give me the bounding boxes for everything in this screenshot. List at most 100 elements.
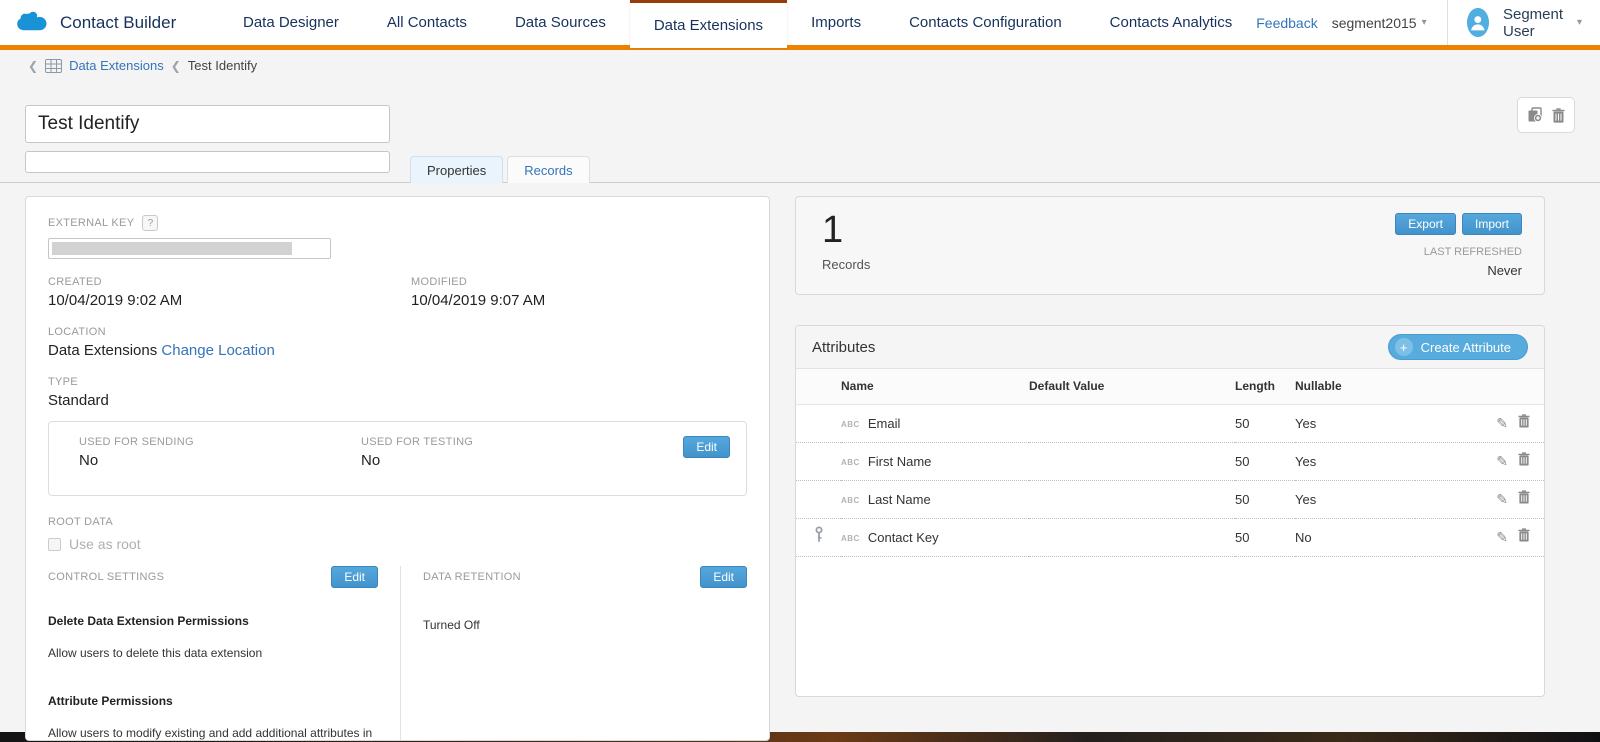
user-name: Segment User xyxy=(1503,6,1572,40)
breadcrumb: ❮ Data Extensions ❮ Test Identify xyxy=(28,58,257,73)
app-title: Contact Builder xyxy=(60,13,176,33)
attribute-permissions-title: Attribute Permissions xyxy=(48,694,378,708)
attribute-default-value xyxy=(1029,442,1235,480)
create-attribute-label: Create Attribute xyxy=(1421,340,1511,355)
attribute-nullable: Yes xyxy=(1295,442,1415,480)
account-menu[interactable]: segment2015 ▾ xyxy=(1332,15,1427,31)
attribute-default-value xyxy=(1029,480,1235,518)
tab-properties[interactable]: Properties xyxy=(410,156,503,183)
records-summary-panel: 1 Records Export Import LAST REFRESHED N… xyxy=(795,196,1545,295)
column-header-default-value: Default Value xyxy=(1029,369,1235,404)
attribute-name: Email xyxy=(868,416,901,431)
nav-tab[interactable]: Data Designer xyxy=(219,0,363,48)
location-value: Data Extensions xyxy=(48,342,157,359)
feedback-link[interactable]: Feedback xyxy=(1256,15,1317,31)
nav-divider xyxy=(1447,0,1448,45)
nav-tab[interactable]: Contacts Configuration xyxy=(885,0,1086,48)
delete-permissions-title: Delete Data Extension Permissions xyxy=(48,614,378,628)
edit-attribute-icon[interactable]: ✎ xyxy=(1496,415,1508,431)
extension-name-input[interactable] xyxy=(25,105,390,143)
chevron-down-icon: ▾ xyxy=(1422,17,1427,28)
sending-settings-box: USED FOR SENDING No USED FOR TESTING No … xyxy=(48,421,747,496)
nav-tab[interactable]: Data Sources xyxy=(491,0,630,48)
attribute-row: ABCEmail50Yes✎ xyxy=(796,404,1545,442)
plus-icon: + xyxy=(1395,338,1413,356)
extension-description-input[interactable] xyxy=(25,151,390,173)
data-retention-label: DATA RETENTION xyxy=(423,571,521,583)
attribute-nullable: No xyxy=(1295,518,1415,556)
extension-actions xyxy=(1517,97,1575,133)
control-settings-label: CONTROL SETTINGS xyxy=(48,571,164,583)
attributes-table: Name Default Value Length Nullable ABC Em… xyxy=(796,369,1545,557)
delete-attribute-icon[interactable] xyxy=(1518,415,1530,431)
edit-attribute-icon[interactable]: ✎ xyxy=(1496,453,1508,469)
create-attribute-button[interactable]: + Create Attribute xyxy=(1388,334,1528,360)
user-icon xyxy=(1467,8,1489,37)
attribute-name: Contact Key xyxy=(868,530,939,545)
page-content: ❮ Data Extensions ❮ Test Identify Proper… xyxy=(0,50,1600,732)
attributes-title: Attributes xyxy=(812,339,875,356)
use-as-root-label: Use as root xyxy=(69,536,141,552)
modified-value: 10/04/2019 9:07 AM xyxy=(411,292,747,309)
nav-tab[interactable]: All Contacts xyxy=(363,0,491,48)
delete-attribute-icon[interactable] xyxy=(1518,453,1530,469)
attribute-row: ABCContact Key50No✎ xyxy=(796,518,1545,556)
avatar[interactable] xyxy=(1467,8,1489,37)
column-header-length: Length xyxy=(1235,369,1295,404)
attribute-name: Last Name xyxy=(868,492,931,507)
top-navigation-bar: Contact Builder Data DesignerAll Contact… xyxy=(0,0,1600,50)
user-menu[interactable]: Segment User ▾ xyxy=(1503,6,1582,40)
attributes-panel: Attributes + Create Attribute Name Defau… xyxy=(795,325,1545,697)
brand: Contact Builder xyxy=(14,9,219,37)
use-as-root-checkbox[interactable] xyxy=(48,538,61,551)
breadcrumb-separator-icon: ❮ xyxy=(171,59,181,73)
import-button[interactable]: Import xyxy=(1462,213,1522,235)
type-label: TYPE xyxy=(48,376,747,388)
attribute-row: ABCFirst Name50Yes✎ xyxy=(796,442,1545,480)
account-name: segment2015 xyxy=(1332,15,1417,31)
external-key-redacted-value xyxy=(52,242,292,255)
used-for-testing-value: No xyxy=(361,452,683,469)
created-value: 10/04/2019 9:02 AM xyxy=(48,292,411,309)
primary-nav: Data DesignerAll ContactsData SourcesDat… xyxy=(219,0,1256,48)
delete-extension-icon[interactable] xyxy=(1552,108,1565,123)
delete-permissions-desc: Allow users to delete this data extensio… xyxy=(48,646,378,660)
nav-tab[interactable]: Data Extensions xyxy=(630,0,787,48)
cloud-logo-icon xyxy=(14,9,52,37)
breadcrumb-back-icon[interactable]: ❮ xyxy=(28,59,38,73)
attribute-nullable: Yes xyxy=(1295,404,1415,442)
external-key-input[interactable] xyxy=(48,238,331,259)
breadcrumb-parent-link[interactable]: Data Extensions xyxy=(69,58,164,73)
last-refreshed-label: LAST REFRESHED xyxy=(1395,246,1522,258)
attribute-name: First Name xyxy=(868,454,932,469)
text-type-icon: ABC xyxy=(841,458,860,467)
used-for-sending-value: No xyxy=(79,452,361,469)
external-key-label: EXTERNAL KEY xyxy=(48,217,134,229)
attribute-row: ABCLast Name50Yes✎ xyxy=(796,480,1545,518)
used-for-sending-label: USED FOR SENDING xyxy=(79,436,361,448)
delete-attribute-icon[interactable] xyxy=(1518,491,1530,507)
export-button[interactable]: Export xyxy=(1395,213,1456,235)
attribute-length: 50 xyxy=(1235,480,1295,518)
edit-control-settings-button[interactable]: Edit xyxy=(331,566,378,588)
delete-attribute-icon[interactable] xyxy=(1518,529,1530,545)
nav-tab[interactable]: Imports xyxy=(787,0,885,48)
created-label: CREATED xyxy=(48,276,411,288)
help-icon[interactable]: ? xyxy=(142,215,158,231)
breadcrumb-current: Test Identify xyxy=(188,58,257,73)
attributes-table-body: ABCEmail50Yes✎ABCFirst Name50Yes✎ABCLast… xyxy=(796,404,1545,556)
edit-sending-button[interactable]: Edit xyxy=(683,436,730,458)
attribute-default-value xyxy=(1029,404,1235,442)
tab-records[interactable]: Records xyxy=(507,156,589,183)
column-header-name: Name xyxy=(841,369,1029,404)
change-location-link[interactable]: Change Location xyxy=(161,342,274,359)
edit-attribute-icon[interactable]: ✎ xyxy=(1496,529,1508,545)
attribute-default-value xyxy=(1029,518,1235,556)
nav-tab[interactable]: Contacts Analytics xyxy=(1086,0,1257,48)
column-header-nullable: Nullable xyxy=(1295,369,1415,404)
attribute-nullable: Yes xyxy=(1295,480,1415,518)
edit-attribute-icon[interactable]: ✎ xyxy=(1496,491,1508,507)
duplicate-icon[interactable] xyxy=(1527,107,1544,123)
tab-divider xyxy=(0,182,1600,183)
edit-data-retention-button[interactable]: Edit xyxy=(700,566,747,588)
